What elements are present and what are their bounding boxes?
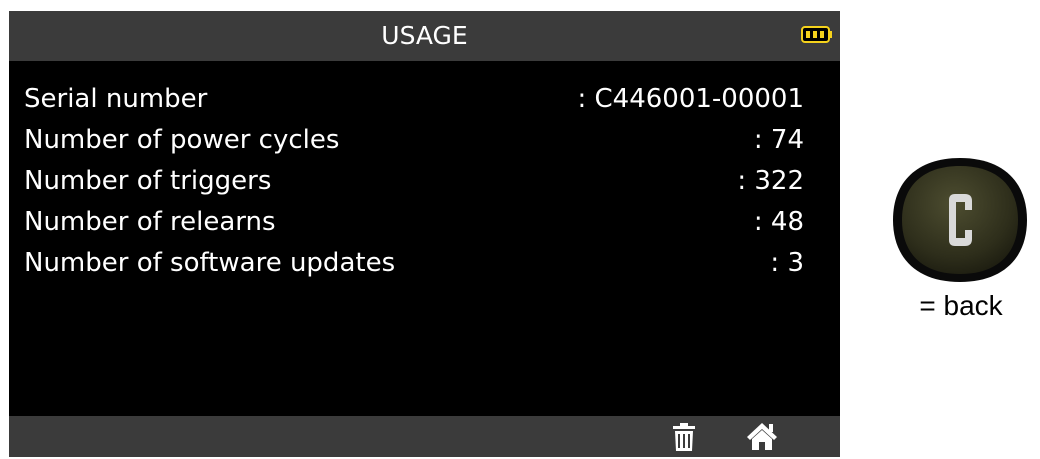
device-screen: USAGE Serial number : C446001-00001 Numb…	[9, 11, 840, 457]
usage-list: Serial number : C446001-00001 Number of …	[9, 61, 840, 416]
back-caption: = back	[919, 290, 1003, 321]
serial-number-label: Serial number	[24, 84, 208, 114]
battery-icon	[801, 26, 832, 43]
list-item: Number of triggers : 322	[24, 163, 814, 199]
relearns-label: Number of relearns	[24, 207, 276, 237]
c-button-icon	[893, 158, 1027, 282]
list-item: Serial number : C446001-00001	[24, 81, 814, 117]
trash-icon[interactable]	[671, 422, 697, 452]
serial-number-value: : C446001-00001	[577, 84, 804, 114]
software-updates-label: Number of software updates	[24, 248, 396, 278]
list-item: Number of relearns : 48	[24, 204, 814, 240]
list-item: Number of software updates : 3	[24, 245, 814, 281]
triggers-value: : 322	[737, 166, 804, 196]
software-updates-value: : 3	[770, 248, 804, 278]
power-cycles-value: : 74	[753, 125, 804, 155]
home-icon[interactable]	[746, 421, 778, 451]
title-bar: USAGE	[9, 11, 840, 61]
power-cycles-label: Number of power cycles	[24, 125, 340, 155]
list-item: Number of power cycles : 74	[24, 122, 814, 158]
page-title: USAGE	[381, 21, 468, 50]
bottom-bar	[9, 416, 840, 457]
relearns-value: : 48	[753, 207, 804, 237]
triggers-label: Number of triggers	[24, 166, 272, 196]
